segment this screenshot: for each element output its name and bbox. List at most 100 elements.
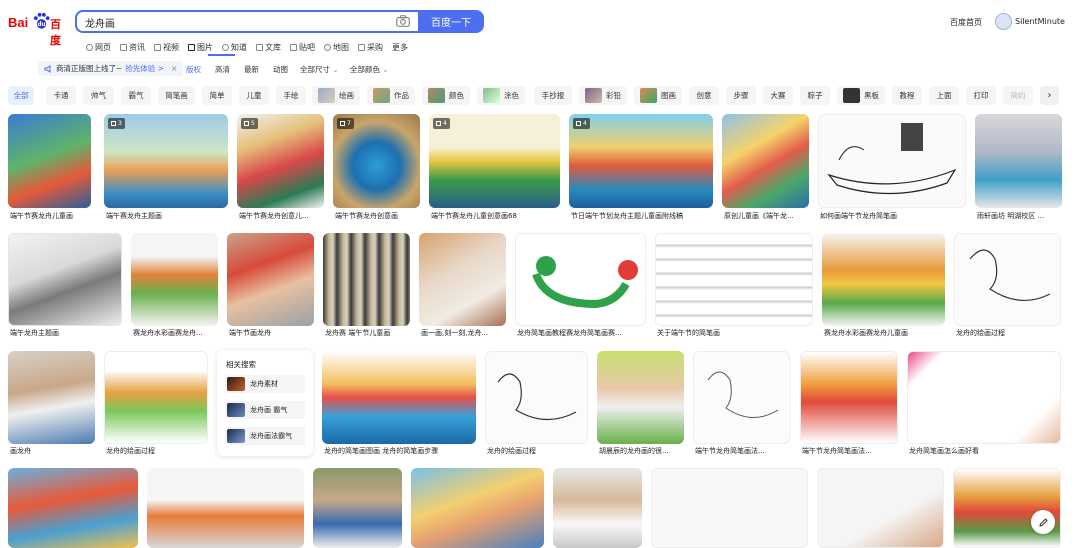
hd-notice[interactable]: 商清正版图上线了~ 抢先体验 > × [38,61,184,76]
filter-hd[interactable]: 高清 [215,64,230,75]
result-thumbnail[interactable] [411,468,544,548]
image-result[interactable]: 3 端午赛龙舟主题画 [104,114,228,220]
result-caption[interactable]: 龙舟的绘画过程 [956,328,1063,338]
chip[interactable]: 步骤 [726,86,756,105]
result-thumbnail[interactable] [322,351,476,444]
image-result[interactable]: 关于端午节的简笔画 [655,233,813,339]
image-result[interactable]: 画龙舟 [8,351,95,457]
result-caption[interactable]: 龙舟的简笔画图画 龙舟的简笔画步骤 [324,446,478,456]
image-result[interactable] [651,468,808,548]
image-result[interactable] [553,468,642,548]
result-caption[interactable]: 胡晨辰的龙舟画的很... [599,446,686,456]
image-result[interactable]: 龙舟的绘画过程 [954,233,1061,339]
camera-icon[interactable] [396,15,410,27]
search-input[interactable] [77,13,377,32]
result-thumbnail[interactable] [227,233,314,326]
related-item[interactable]: 龙舟画法霸气 [225,427,305,445]
related-item[interactable]: 龙舟画 霸气 [225,401,305,419]
chip-all[interactable]: 全部 [8,86,34,105]
image-result[interactable]: 龙舟简笔画教程赛龙舟简笔画赛... [515,233,646,339]
chip[interactable]: 打印 [966,86,996,105]
result-thumbnail[interactable] [651,468,808,548]
chip[interactable]: 手抄报 [534,86,572,105]
result-caption[interactable]: 端午节龙舟简笔画法... [802,446,900,456]
result-thumbnail[interactable] [818,114,966,208]
result-thumbnail[interactable] [569,114,713,208]
tab-purchase[interactable]: 采购 [358,40,383,54]
image-result[interactable]: 端午节龙舟简笔画法... [800,351,898,457]
edit-button[interactable] [1031,510,1055,534]
chip[interactable]: 作品 [367,86,415,105]
image-result[interactable]: 4 节日端午节划龙舟主题儿童画附线稿 [569,114,713,220]
image-result[interactable]: 4 端午节赛龙舟儿童创意画68 [429,114,560,220]
result-caption[interactable]: 端午赛龙舟主题画 [106,211,230,221]
chevron-right-icon[interactable]: › [1040,86,1059,105]
result-thumbnail[interactable] [817,468,944,548]
image-result[interactable]: 端午节龙舟简笔画法... [693,351,790,457]
result-caption[interactable]: 端午节龙舟简笔画法... [695,446,792,456]
chip[interactable]: 创意 [689,86,719,105]
image-result[interactable] [147,468,304,548]
result-caption[interactable]: 关于端午节的简笔画 [657,328,815,338]
chip[interactable]: 卡通 [46,86,76,105]
image-result[interactable]: 雨轩画坊 明湖校区 ... [975,114,1062,220]
avatar[interactable] [995,13,1012,30]
chip[interactable]: 简约 [1003,86,1033,105]
result-caption[interactable]: 龙舟赛 端午节儿童画 [325,328,412,338]
result-caption[interactable]: 龙舟简笔画教程赛龙舟简笔画赛... [517,328,648,338]
result-thumbnail[interactable] [953,468,1061,548]
filter-latest[interactable]: 最新 [244,64,259,75]
result-caption[interactable]: 龙舟的绘画过程 [487,446,590,456]
image-result[interactable] [817,468,944,548]
result-thumbnail[interactable] [553,468,642,548]
chip[interactable]: 大赛 [763,86,793,105]
image-result[interactable]: 7 端午节赛龙舟创意画 [333,114,420,220]
chip[interactable]: 彩铅 [579,86,627,105]
result-thumbnail[interactable] [485,351,588,444]
result-thumbnail[interactable] [822,233,945,326]
image-result[interactable]: 龙舟简笔画怎么画好看 [907,351,1061,457]
chip[interactable]: 黑板 [837,86,885,105]
filter-color[interactable]: 全部颜色 ⌄ [350,64,389,75]
image-result[interactable]: 龙舟的绘画过程 [104,351,208,457]
filter-copyright[interactable]: 版权 [186,64,201,75]
chip[interactable]: 霸气 [121,86,151,105]
result-thumbnail[interactable] [313,468,402,548]
tab-web[interactable]: 网页 [86,40,111,54]
result-thumbnail[interactable] [722,114,809,208]
chip[interactable]: 上面 [929,86,959,105]
result-thumbnail[interactable] [104,351,208,444]
result-caption[interactable]: 龙舟的绘画过程 [106,446,210,456]
result-thumbnail[interactable] [8,468,138,548]
chip[interactable]: 教程 [892,86,922,105]
result-thumbnail[interactable] [8,114,91,208]
tab-map[interactable]: 地图 [324,40,349,54]
result-caption[interactable]: 端午节赛龙舟创意画 [335,211,422,221]
tab-zhidao[interactable]: 知道 [222,40,247,54]
result-caption[interactable]: 端午节画龙舟 [229,328,316,338]
result-thumbnail[interactable] [147,468,304,548]
tab-more[interactable]: 更多 [392,40,408,54]
chip[interactable]: 儿童 [239,86,269,105]
tab-video[interactable]: 视频 [154,40,179,54]
result-thumbnail[interactable] [693,351,790,444]
related-item[interactable]: 龙舟素材 [225,375,305,393]
result-caption[interactable]: 赛龙舟水彩画赛龙舟儿童画 [824,328,947,338]
tab-wenku[interactable]: 文库 [256,40,281,54]
tab-images[interactable]: 图片 [188,40,213,54]
image-result[interactable]: 端午节画龙舟 [227,233,314,339]
chip[interactable]: 帅气 [83,86,114,105]
baidu-logo[interactable]: Bai du 百度 [8,11,70,47]
result-caption[interactable]: 龙舟简笔画怎么画好看 [909,446,1063,456]
result-thumbnail[interactable] [8,233,122,326]
tab-tieba[interactable]: 贴吧 [290,40,315,54]
image-result[interactable]: 龙舟赛 端午节儿童画 [323,233,410,339]
result-caption[interactable]: 画一画,刻一刻,龙舟... [421,328,508,338]
result-caption[interactable]: 如何画端午节龙舟简笔画 [820,211,968,221]
result-thumbnail[interactable] [8,351,95,444]
result-thumbnail[interactable] [975,114,1062,208]
result-thumbnail[interactable] [419,233,506,326]
chip[interactable]: 颜色 [422,86,470,105]
result-thumbnail[interactable] [515,233,646,326]
chip[interactable]: 简笔画 [158,86,195,105]
